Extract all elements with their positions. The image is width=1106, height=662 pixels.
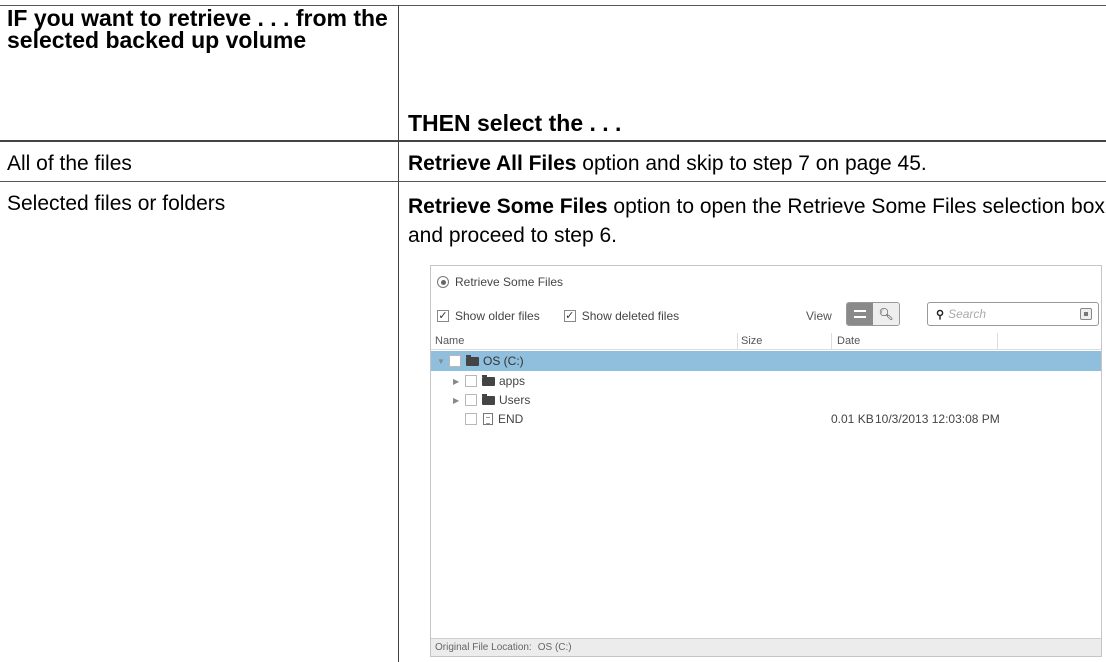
row-checkbox[interactable] [465, 375, 477, 387]
tree-label: apps [499, 374, 526, 388]
folder-icon [482, 393, 495, 405]
magnifier-icon: 🔍︎ [878, 307, 894, 321]
expand-right-icon[interactable]: ▶ [453, 377, 465, 386]
status-bar: Original File Location: OS (C:) [431, 638, 1101, 656]
tree-row-users[interactable]: ▶ Users [431, 390, 1101, 410]
list-view-button[interactable] [847, 303, 873, 325]
file-size: 0.01 KB [831, 412, 874, 426]
expand-down-icon[interactable]: ▼ [437, 357, 449, 366]
table-header-condition: IF you want to retrieve . . . from the s… [7, 5, 388, 53]
tree-row-os[interactable]: ▼ OS (C:) [431, 351, 1101, 371]
show-older-label: Show older files [455, 309, 540, 323]
option-label: Retrieve Some Files [455, 275, 564, 289]
table-header-border [0, 140, 1106, 142]
column-size[interactable]: Size [741, 335, 762, 347]
file-date: 10/3/2013 12:03:08 PM [875, 412, 1000, 426]
location-value: OS (C:) [537, 642, 572, 653]
row-1-action-rest: option and skip to step 7 on page 45. [576, 152, 927, 175]
column-name[interactable]: Name [435, 335, 464, 347]
retrieve-some-files-option[interactable]: Retrieve Some Files [437, 274, 563, 290]
search-input[interactable]: ⚲ Search [927, 302, 1099, 326]
row-1-action: Retrieve All Files option and skip to st… [408, 152, 927, 176]
view-toggle[interactable]: 🔍︎ [846, 302, 900, 326]
expand-right-icon[interactable]: ▶ [453, 396, 465, 405]
file-icon [483, 413, 493, 425]
row-2-condition: Selected files or folders [7, 192, 226, 215]
tree-row-apps[interactable]: ▶ apps [431, 371, 1101, 391]
list-view-icon [854, 310, 866, 318]
show-deleted-checkbox[interactable]: ✓ [563, 310, 576, 322]
search-view-button[interactable]: 🔍︎ [873, 303, 899, 325]
retrieve-some-files-panel: Retrieve Some Files ✓ Show older files ✓… [430, 265, 1102, 657]
tree-label: Users [499, 393, 531, 407]
row-1-condition: All of the files [7, 152, 132, 175]
radio-selected-icon[interactable] [437, 276, 449, 288]
table-header-action: THEN select the . . . [408, 110, 622, 136]
row-checkbox[interactable] [465, 394, 477, 406]
tree-row-end[interactable]: END 0.01 KB 10/3/2013 12:03:08 PM [431, 409, 1101, 429]
column-date[interactable]: Date [837, 335, 860, 347]
folder-icon [466, 354, 479, 366]
row-2-action: Retrieve Some Files option to open the R… [408, 192, 1106, 250]
view-label: View [806, 309, 832, 323]
folder-icon [482, 374, 495, 386]
row-2-action-bold: Retrieve Some Files [408, 195, 608, 218]
show-deleted-label: Show deleted files [581, 309, 680, 323]
row-checkbox[interactable] [465, 413, 477, 425]
table-column-divider [398, 5, 399, 662]
tree-label: END [498, 412, 524, 426]
row-divider [0, 181, 1106, 182]
file-list-header: Name Size Date [431, 333, 1101, 350]
show-older-checkbox[interactable]: ✓ [437, 310, 449, 322]
location-label: Original File Location: [435, 642, 532, 653]
filter-options: ✓ Show older files ✓ Show deleted files [437, 309, 679, 323]
search-clear-icon[interactable] [1080, 308, 1092, 320]
row-1-action-bold: Retrieve All Files [408, 152, 577, 175]
tree-label: OS (C:) [483, 354, 524, 368]
search-icon: ⚲ [936, 308, 945, 321]
row-checkbox[interactable] [449, 355, 461, 367]
search-placeholder: Search [948, 307, 987, 321]
